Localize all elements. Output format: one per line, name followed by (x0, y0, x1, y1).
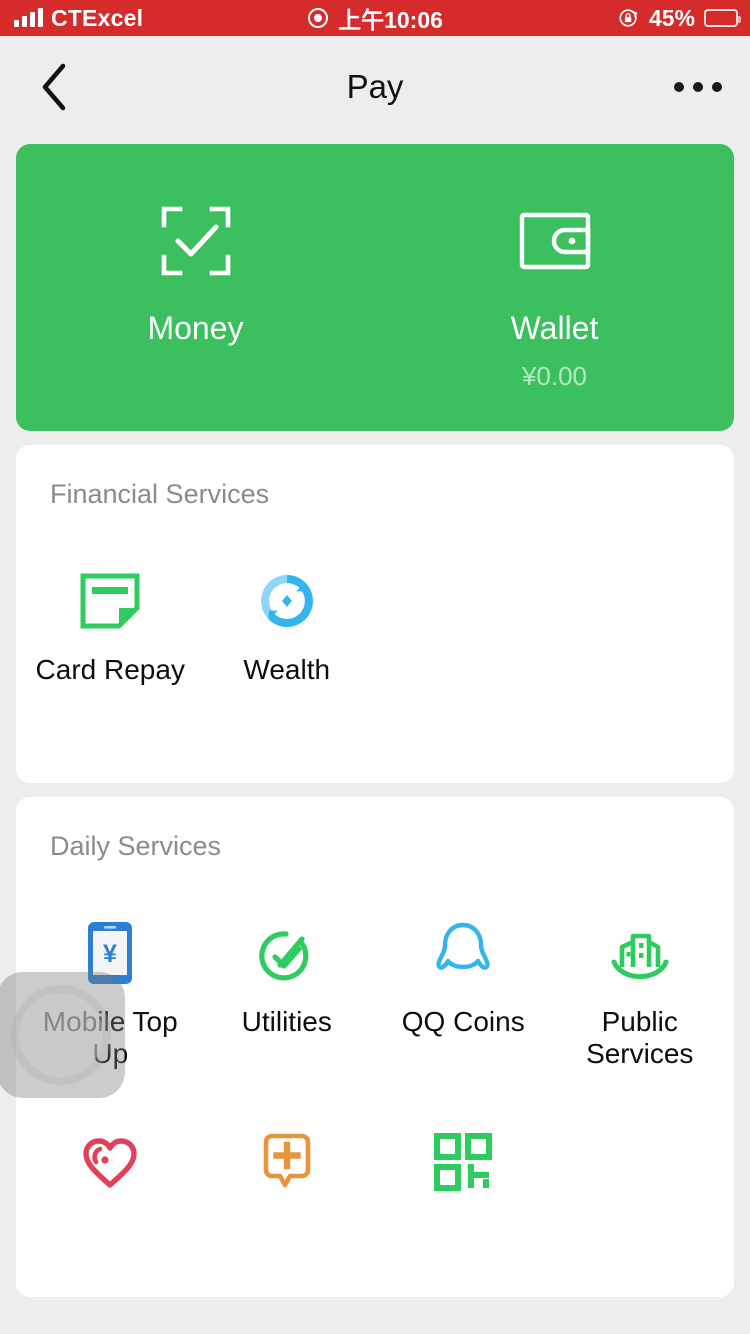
wealth-circulation-icon (257, 568, 317, 634)
status-bar-left: CTExcel (14, 5, 284, 32)
status-bar-right: 45% (618, 4, 741, 32)
mobile-topup-icon: ¥ (86, 920, 134, 986)
service-card-repay[interactable]: Card Repay (22, 526, 199, 686)
clock-label: 上午10:06 (338, 7, 443, 33)
service-qr-code[interactable] (375, 1071, 552, 1215)
quick-action-label: Money (147, 310, 244, 346)
more-options-icon (674, 82, 684, 92)
back-button[interactable] (14, 47, 94, 127)
service-medical-consult[interactable] (199, 1071, 376, 1215)
daily-services-grid-row1: ¥ Mobile Top Up Utilities QQ Coins Publi… (16, 878, 734, 1071)
service-label: Card Repay (35, 654, 185, 685)
battery-percent-label: 45% (648, 4, 695, 31)
phone-screen: CTExcel 上午10:06 45% Pay Money Wallet ¥0.… (0, 0, 750, 1334)
service-charity[interactable] (22, 1071, 199, 1215)
public-services-buildings-icon (608, 920, 672, 986)
financial-services-grid: Card Repay Wealth (16, 526, 734, 686)
service-label: Utilities (241, 1006, 332, 1037)
utilities-check-icon (256, 920, 318, 986)
quick-action-money[interactable]: Money (16, 144, 375, 361)
page-title: Pay (346, 68, 404, 105)
daily-services-panel: Daily Services ¥ Mobile Top Up Utilities… (16, 797, 734, 1297)
signal-bars-icon (14, 8, 43, 27)
more-options-icon (712, 82, 722, 92)
financial-services-title: Financial Services (50, 479, 270, 509)
status-bar: CTExcel 上午10:06 45% (0, 0, 750, 36)
more-options-button[interactable] (674, 47, 722, 127)
scan-check-icon (160, 206, 232, 276)
service-label: Public Services (586, 1006, 694, 1070)
more-options-icon (693, 82, 703, 92)
wallet-icon (519, 206, 591, 276)
service-label: Mobile Top Up (42, 1006, 178, 1070)
service-mobile-top-up[interactable]: ¥ Mobile Top Up (22, 878, 199, 1071)
qq-penguin-icon (434, 920, 492, 986)
battery-icon (704, 9, 741, 27)
medical-consult-icon (258, 1129, 316, 1195)
service-placeholder (375, 526, 552, 686)
qr-code-icon (434, 1129, 493, 1195)
quick-action-label: Wallet (510, 310, 599, 346)
rotation-lock-icon (619, 9, 638, 27)
quick-action-wallet[interactable]: Wallet ¥0.00 (375, 144, 734, 392)
back-chevron-icon (42, 63, 66, 111)
navigation-bar: Pay (0, 36, 750, 138)
service-placeholder (552, 1071, 729, 1215)
carrier-label: CTExcel (51, 4, 144, 31)
charity-heart-icon (80, 1129, 140, 1195)
financial-services-panel: Financial Services Card Repay Wealth (16, 445, 734, 783)
quick-actions-card: Money Wallet ¥0.00 (16, 144, 734, 431)
credit-card-repay-icon (79, 568, 141, 634)
service-label: QQ Coins (401, 1006, 525, 1037)
service-qq-coins[interactable]: QQ Coins (375, 878, 552, 1071)
daily-services-grid-row2 (16, 1071, 734, 1215)
service-placeholder (552, 526, 729, 686)
svg-text:¥: ¥ (103, 940, 117, 968)
record-indicator-icon (308, 8, 329, 28)
service-wealth[interactable]: Wealth (199, 526, 376, 686)
service-utilities[interactable]: Utilities (199, 878, 376, 1071)
service-label: Wealth (243, 654, 331, 685)
daily-services-title: Daily Services (50, 831, 222, 861)
wallet-balance: ¥0.00 (521, 361, 588, 391)
service-public-services[interactable]: Public Services (552, 878, 729, 1071)
